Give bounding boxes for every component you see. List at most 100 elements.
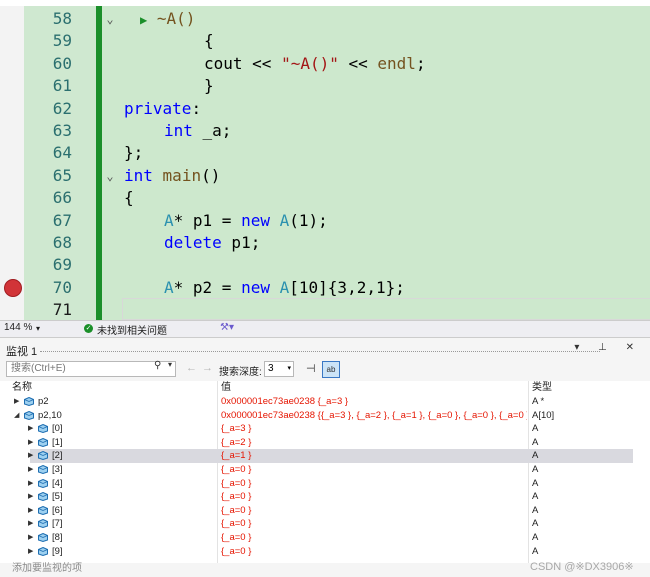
watch-value[interactable]: {_a=0 }: [221, 490, 527, 504]
search-previous-icon[interactable]: ←: [186, 362, 197, 374]
code-line[interactable]: 58 ⌄ ▶ ~A(): [0, 8, 650, 30]
watch-name[interactable]: [0]: [52, 422, 63, 436]
object-icon: [38, 533, 48, 542]
issues-status[interactable]: 未找到相关问题: [97, 322, 167, 337]
watch-row[interactable]: ▶ [1] {_a=2 } A: [0, 436, 650, 450]
watch-row[interactable]: ▶ [0] {_a=3 } A: [0, 422, 650, 436]
watch-row[interactable]: ◢ p2,10 0x000001ec73ae0238 {{_a=3 }, {_a=2…: [0, 409, 650, 423]
add-watch-item[interactable]: 添加要监视的项: [12, 559, 82, 574]
expand-icon[interactable]: ▶: [28, 449, 33, 463]
watch-name[interactable]: [6]: [52, 504, 63, 518]
code-token: _a;: [192, 121, 232, 140]
watch-name[interactable]: [5]: [52, 490, 63, 504]
search-input[interactable]: 搜索(Ctrl+E): [6, 361, 176, 377]
expand-icon[interactable]: ▶: [28, 477, 33, 491]
code-token: cout: [204, 53, 253, 73]
code-line[interactable]: 66 {: [0, 187, 650, 209]
column-header-type[interactable]: 类型: [532, 381, 552, 394]
expand-icon[interactable]: ▶: [28, 463, 33, 477]
object-icon: [38, 451, 48, 461]
expand-icon[interactable]: ▶: [28, 422, 33, 436]
code-line[interactable]: 63 int _a;: [0, 120, 650, 142]
watch-type: A: [532, 450, 539, 462]
title-divider: [40, 351, 600, 352]
code-text: cout << "~A()" << endl;: [204, 53, 426, 75]
watch-value[interactable]: {_a=0 }: [221, 545, 527, 559]
watch-name[interactable]: [8]: [52, 531, 63, 545]
code-token: }: [204, 76, 214, 96]
watch-value[interactable]: {_a=0 }: [221, 531, 527, 545]
watch-row[interactable]: ▶ [5] {_a=0 } A: [0, 490, 650, 504]
expand-icon[interactable]: ▶: [28, 490, 33, 504]
code-token: {: [124, 188, 134, 208]
watch-name[interactable]: [1]: [52, 436, 63, 450]
object-icon: [38, 519, 48, 529]
expand-icon[interactable]: ▶: [28, 545, 33, 559]
watch-name[interactable]: p2,10: [38, 409, 62, 423]
code-line[interactable]: 71: [0, 299, 650, 320]
watch-row[interactable]: ▶ [2] {_a=1 } A: [28, 449, 633, 463]
watch-grid[interactable]: 名称 值 类型 ▶ p2 0x000001ec73ae0238 {_a=3 } A *…: [0, 381, 650, 563]
watch-row[interactable]: ▶ [6] {_a=0 } A: [0, 504, 650, 518]
watch-row[interactable]: ▶ [8] {_a=0 } A: [0, 531, 650, 545]
zoom-dropdown-icon[interactable]: ▾: [36, 324, 40, 333]
search-depth-label: 搜索深度:: [219, 367, 262, 378]
watch-value[interactable]: {_a=0 }: [221, 504, 527, 518]
watch-name[interactable]: [9]: [52, 545, 63, 559]
code-line[interactable]: 62 private:: [0, 98, 650, 120]
expand-icon[interactable]: ▶: [14, 395, 19, 409]
search-icon[interactable]: ⚲: [154, 360, 161, 371]
window-buttons[interactable]: ▾ ⊥ ✕: [574, 342, 642, 353]
code-token: <<: [338, 53, 378, 73]
code-line[interactable]: 70 A* p2 = new A[10]{3,2,1};: [0, 277, 650, 299]
code-cleanup-icon[interactable]: ⚒▾: [220, 322, 234, 333]
zoom-level[interactable]: 144 %: [4, 322, 32, 333]
code-line[interactable]: 68 delete p1;: [0, 232, 650, 254]
expand-icon[interactable]: ▶: [28, 517, 33, 531]
watch-row[interactable]: ▶ p2 0x000001ec73ae0238 {_a=3 } A *: [0, 395, 650, 409]
code-line[interactable]: 61}: [0, 75, 650, 97]
code-line[interactable]: 64};: [0, 142, 650, 164]
object-icon: [38, 437, 48, 447]
watch-name[interactable]: [7]: [52, 517, 63, 531]
code-line[interactable]: 65 ⌄ int main(): [0, 165, 650, 187]
code-token: new: [241, 277, 270, 297]
watch-name[interactable]: p2: [38, 395, 49, 409]
code-editor[interactable]: 58 ⌄ ▶ ~A() 59{60 cout << "~A()" << endl; 61}…: [0, 6, 650, 320]
watch-value[interactable]: {_a=0 }: [221, 463, 527, 477]
search-depth-select[interactable]: 3 ▾: [264, 361, 294, 377]
watch-value[interactable]: {_a=1 }: [221, 449, 527, 463]
expand-icon[interactable]: ▶: [28, 436, 33, 450]
column-header-value[interactable]: 值: [221, 381, 231, 394]
watch-name[interactable]: [2]: [52, 449, 63, 463]
watch-row[interactable]: ▶ [7] {_a=0 } A: [0, 517, 650, 531]
watch-name[interactable]: [3]: [52, 463, 63, 477]
watch-value[interactable]: 0x000001ec73ae0238 {{_a=3 }, {_a=2 }, {_…: [221, 409, 527, 423]
fold-toggle-icon[interactable]: ⌄: [103, 165, 117, 187]
watch-value[interactable]: 0x000001ec73ae0238 {_a=3 }: [221, 395, 527, 409]
code-line[interactable]: 69: [0, 254, 650, 276]
column-header-name[interactable]: 名称: [12, 381, 32, 394]
collapse-icon[interactable]: ◢: [14, 409, 19, 423]
watch-value[interactable]: {_a=0 }: [221, 517, 527, 531]
object-icon: [38, 492, 48, 502]
watch-row[interactable]: ▶ [9] {_a=0 } A: [0, 545, 650, 559]
code-line[interactable]: 67 A* p1 = new A(1);: [0, 210, 650, 232]
watch-name[interactable]: [4]: [52, 477, 63, 491]
search-next-icon[interactable]: →: [202, 362, 213, 374]
watch-row[interactable]: ▶ [3] {_a=0 } A: [0, 463, 650, 477]
expand-icon[interactable]: ▶: [28, 531, 33, 545]
watch-row[interactable]: ▶ [4] {_a=0 } A: [0, 477, 650, 491]
pin-icon[interactable]: ⊣: [306, 362, 316, 375]
code-line[interactable]: 60 cout << "~A()" << endl;: [0, 53, 650, 75]
watch-value[interactable]: {_a=0 }: [221, 477, 527, 491]
search-dropdown-icon[interactable]: ▾: [168, 360, 172, 369]
watch-value[interactable]: {_a=3 }: [221, 422, 527, 436]
expand-icon[interactable]: ▶: [28, 504, 33, 518]
fold-toggle-icon[interactable]: ⌄: [103, 8, 117, 30]
code-token: int: [124, 165, 153, 185]
code-line[interactable]: 59 {: [0, 30, 650, 52]
watch-value[interactable]: {_a=2 }: [221, 436, 527, 450]
code-token: (): [201, 165, 221, 185]
hex-display-icon[interactable]: ab: [322, 361, 340, 378]
